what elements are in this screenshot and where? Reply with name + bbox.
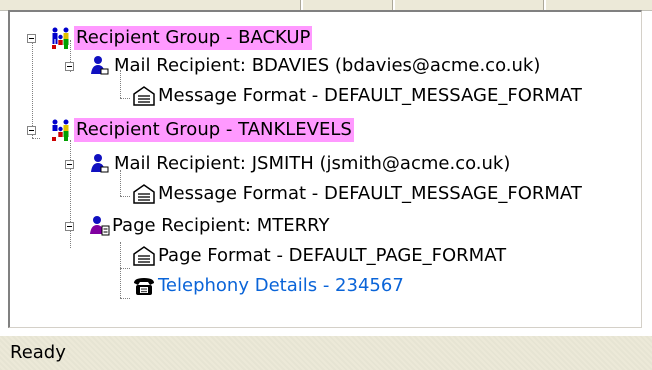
collapse-toggle[interactable]: [65, 62, 74, 71]
telephony-details-label[interactable]: Telephony Details - 234567: [156, 274, 406, 298]
message-format-label[interactable]: Message Format - DEFAULT_MESSAGE_FORMAT: [156, 84, 584, 108]
tree-item-mail-recipient[interactable]: Mail Recipient: JSMITH (jsmith@acme.co.u…: [20, 152, 640, 176]
collapse-toggle[interactable]: [65, 222, 74, 231]
message-format-icon: [132, 244, 155, 268]
telephony-icon: [132, 274, 154, 298]
tree-item-group-backup[interactable]: Recipient Group - BACKUP: [20, 26, 620, 50]
tree-item-group-tanklevels[interactable]: Recipient Group - TANKLEVELS: [20, 118, 620, 142]
tree-item-message-format[interactable]: Message Format - DEFAULT_MESSAGE_FORMAT: [20, 84, 640, 108]
mail-recipient-icon: [88, 54, 110, 78]
recipient-group-icon: [50, 118, 72, 142]
tree-item-mail-recipient[interactable]: Mail Recipient: BDAVIES (bdavies@acme.co…: [20, 54, 640, 78]
page-format-label[interactable]: Page Format - DEFAULT_PAGE_FORMAT: [156, 244, 508, 268]
mail-recipient-icon: [88, 152, 110, 176]
tree-item-page-format[interactable]: Page Format - DEFAULT_PAGE_FORMAT: [20, 244, 640, 268]
group-label[interactable]: Recipient Group - TANKLEVELS: [74, 118, 354, 142]
tree-connector: [120, 268, 130, 269]
message-format-label[interactable]: Message Format - DEFAULT_MESSAGE_FORMAT: [156, 182, 584, 206]
collapse-toggle[interactable]: [65, 160, 74, 169]
tree-connector: [120, 298, 130, 299]
mail-recipient-label[interactable]: Mail Recipient: JSMITH (jsmith@acme.co.u…: [112, 152, 512, 176]
group-label[interactable]: Recipient Group - BACKUP: [74, 26, 313, 50]
page-recipient-icon: [88, 214, 110, 238]
tree-item-message-format[interactable]: Message Format - DEFAULT_MESSAGE_FORMAT: [20, 182, 640, 206]
page-recipient-label[interactable]: Page Recipient: MTERRY: [110, 214, 331, 238]
tree-item-page-recipient[interactable]: Page Recipient: MTERRY: [20, 214, 640, 238]
collapse-toggle[interactable]: [27, 126, 36, 135]
status-bar: Ready: [0, 336, 652, 370]
column-separator[interactable]: [543, 0, 546, 10]
status-text: Ready: [10, 342, 66, 363]
recipient-group-icon: [50, 26, 72, 50]
tree-item-telephony-details[interactable]: Telephony Details - 234567: [20, 274, 640, 298]
collapse-toggle[interactable]: [27, 34, 36, 43]
column-separator[interactable]: [300, 0, 303, 10]
column-separator[interactable]: [392, 0, 395, 10]
mail-recipient-label[interactable]: Mail Recipient: BDAVIES (bdavies@acme.co…: [112, 54, 542, 78]
recipient-tree[interactable]: Recipient Group - BACKUP Mail Recipient:…: [8, 10, 642, 328]
message-format-icon: [132, 182, 155, 206]
message-format-icon: [132, 84, 155, 108]
